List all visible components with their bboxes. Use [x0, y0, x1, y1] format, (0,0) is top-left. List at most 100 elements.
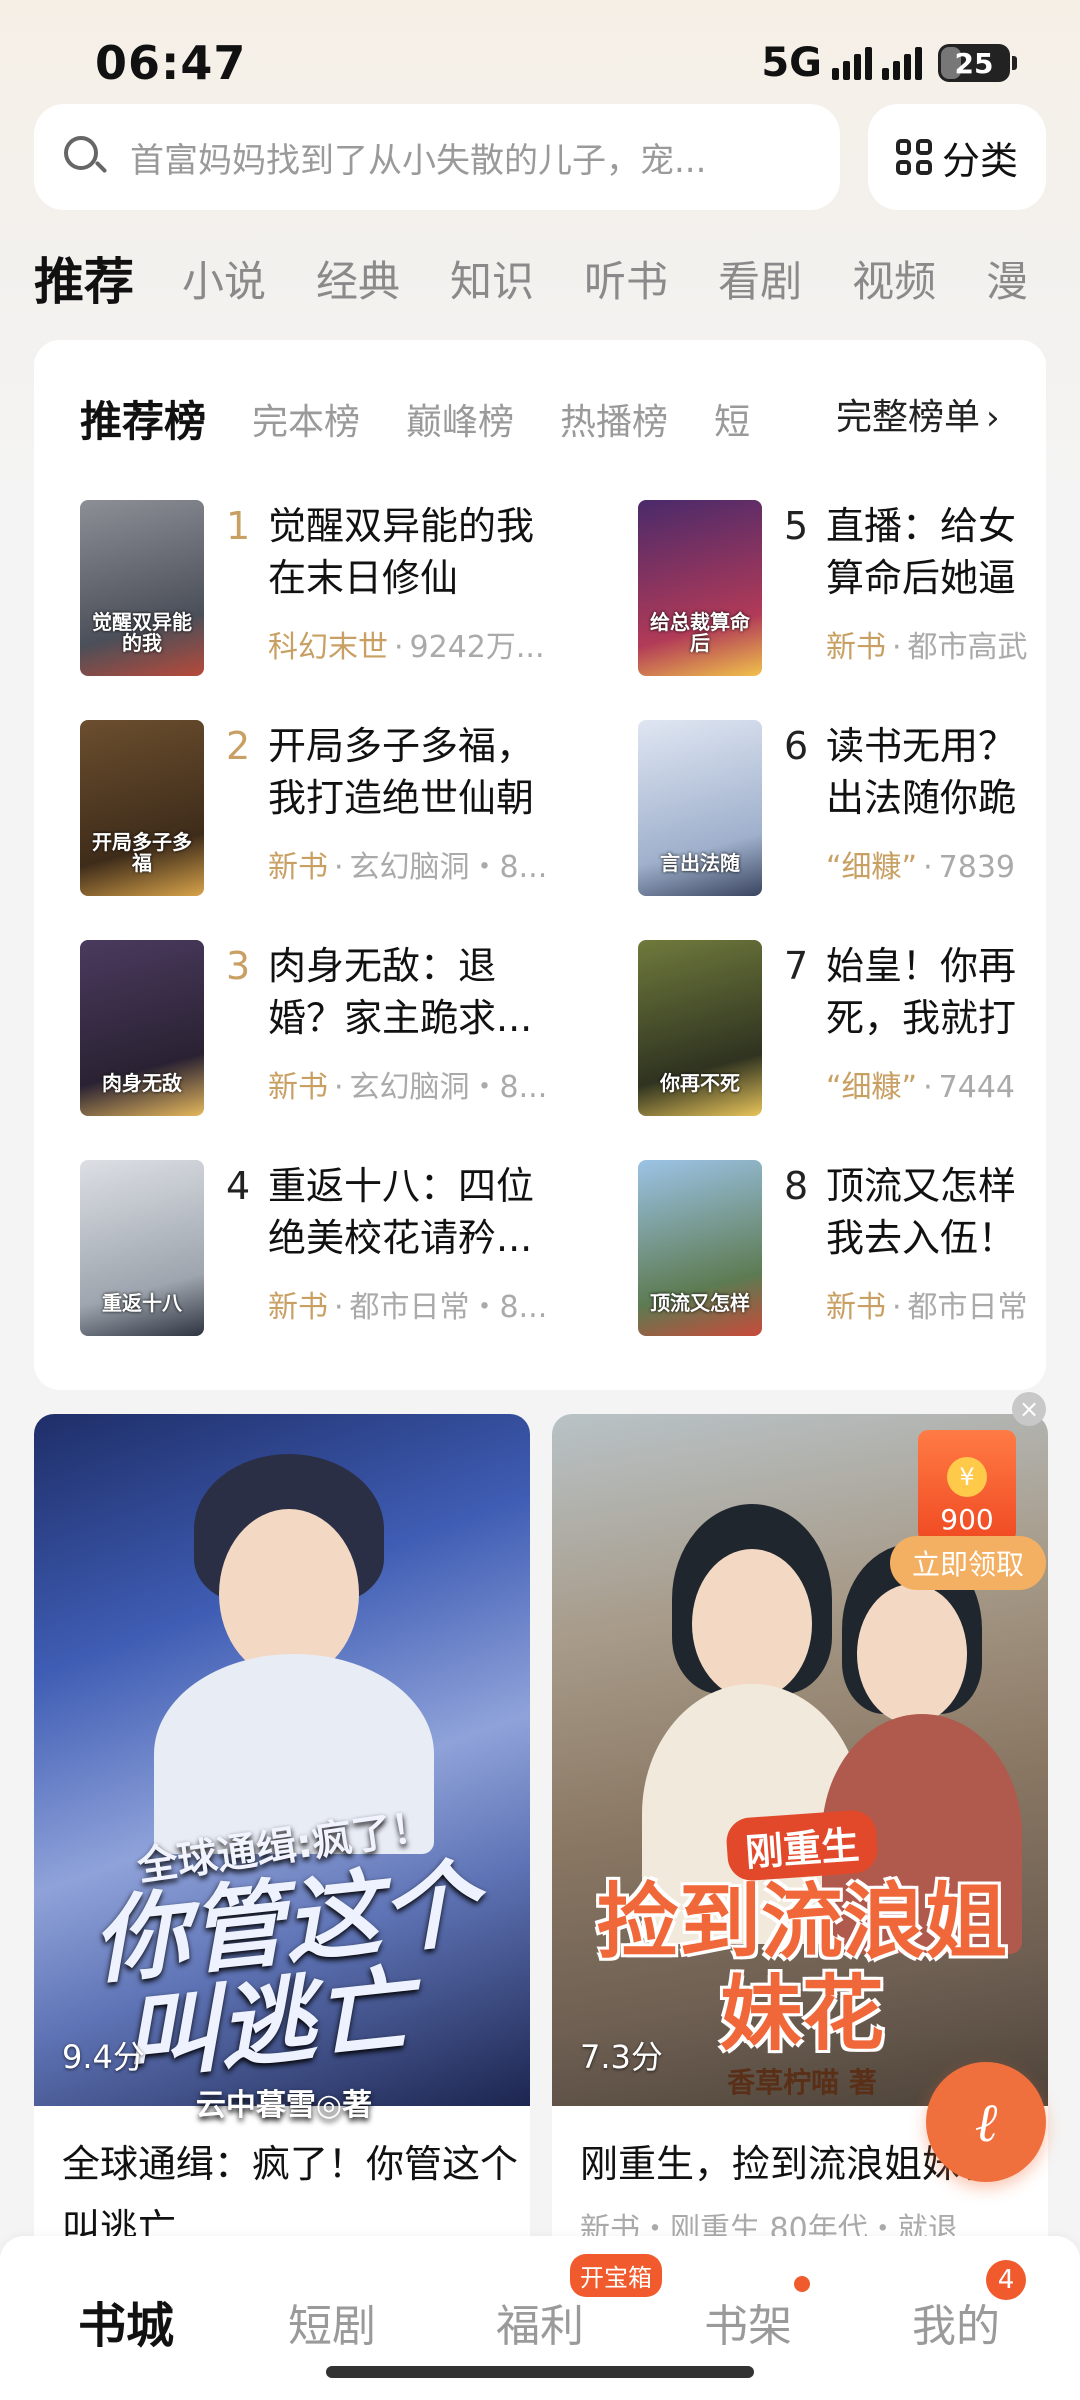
rank-number: 7	[784, 944, 809, 988]
book-title: 顶流又怎样我去入伍！	[826, 1164, 1017, 1260]
rank-item[interactable]: 觉醒双异能的我 1 觉醒双异能的我在末日修仙 科幻末世 · 9242万...	[80, 500, 600, 680]
rank-item[interactable]: 言出法随 6 读书无用？出法随你跪 “细糠” · 7839	[638, 720, 1046, 900]
rank-tabs: 推荐榜 完本榜 巅峰榜 热播榜 短	[80, 388, 860, 449]
book-tag: “细糠”	[826, 1070, 918, 1105]
signal-icon	[832, 46, 872, 80]
rank-number: 4	[226, 1164, 251, 1208]
signal-icon-2	[882, 46, 922, 80]
rank-number: 1	[226, 504, 251, 548]
book-title: 读书无用？出法随你跪	[826, 724, 1017, 820]
rank-tab-hot[interactable]: 热播榜	[560, 393, 668, 445]
nav-welfare[interactable]: 福利	[496, 2290, 584, 2354]
book-meta: 新书 · 都市日常・8...	[268, 1290, 548, 1325]
search-icon	[62, 134, 108, 180]
book-cover: 给总裁算命后	[638, 500, 762, 676]
nav-bookshelf[interactable]: 书架	[704, 2290, 792, 2354]
tab-comic[interactable]: 漫	[986, 248, 1028, 309]
book-tag: 新书	[826, 630, 886, 665]
tab-knowledge[interactable]: 知识	[450, 248, 534, 309]
book-meta: “细糠” · 7444	[826, 1070, 1015, 1105]
rank-item[interactable]: 重返十八 4 重返十八：四位绝美校花请矜... 新书 · 都市日常・8...	[80, 1160, 600, 1340]
rank-item[interactable]: 你再不死 7 始皇！你再死，我就打 “细糠” · 7444	[638, 940, 1046, 1120]
book-info: 都市日常・8...	[349, 1290, 548, 1325]
book-tag: 科幻末世	[268, 630, 388, 665]
promo-amount: 900	[940, 1503, 994, 1536]
book-info: 都市高武	[907, 630, 1028, 665]
rank-card: 推荐榜 完本榜 巅峰榜 热播榜 短 完整榜单 › 觉醒双异能的我 1 觉醒双异能的我在…	[34, 340, 1046, 1390]
book-meta: 新书 · 玄幻脑洞・8...	[268, 850, 548, 885]
rank-tab-short[interactable]: 短	[714, 393, 750, 445]
book-tag: 新书	[268, 1290, 328, 1325]
book-info: 7839	[938, 850, 1015, 885]
tab-recommend[interactable]: 推荐	[34, 242, 134, 314]
full-rank-label: 完整榜单	[836, 397, 981, 438]
book-meta: 新书 · 都市日常	[826, 1290, 1028, 1325]
book-meta: “细糠” · 7839	[826, 850, 1015, 885]
rank-tab-complete[interactable]: 完本榜	[252, 393, 360, 445]
tab-audiobook[interactable]: 听书	[584, 248, 668, 309]
home-indicator	[326, 2366, 754, 2378]
tab-video[interactable]: 视频	[852, 248, 936, 309]
welfare-badge: 开宝箱	[570, 2254, 662, 2297]
rank-number: 8	[784, 1164, 809, 1208]
rank-tab-recommend[interactable]: 推荐榜	[80, 388, 206, 449]
book-tag: 新书	[268, 850, 328, 885]
battery-icon: 25	[938, 44, 1017, 82]
mine-count-badge: 4	[986, 2260, 1026, 2300]
nav-mine[interactable]: 我的	[912, 2290, 1000, 2354]
category-button[interactable]: 分类	[868, 104, 1046, 210]
book-cover: 肉身无敌	[80, 940, 204, 1116]
tab-drama[interactable]: 看剧	[718, 248, 802, 309]
nav-short-drama[interactable]: 短剧	[288, 2290, 376, 2354]
full-rank-link[interactable]: 完整榜单 ›	[824, 388, 1000, 440]
nav-bookstore[interactable]: 书城	[78, 2286, 174, 2356]
rank-tab-peak[interactable]: 巅峰榜	[406, 393, 514, 445]
book-cover: 开局多子多福	[80, 720, 204, 896]
rank-item[interactable]: 肉身无敌 3 肉身无敌：退婚？家主跪求... 新书 · 玄幻脑洞・8...	[80, 940, 600, 1120]
book-tag: 新书	[268, 1070, 328, 1105]
search-bar[interactable]: 首富妈妈找到了从小失散的儿子，宠...	[34, 104, 840, 210]
book-cover: 觉醒双异能的我	[80, 500, 204, 676]
book-title: 始皇！你再死，我就打	[826, 944, 1017, 1040]
claim-button[interactable]: 立即领取	[890, 1536, 1046, 1590]
book-info: 9242万...	[409, 630, 545, 665]
rank-item[interactable]: 给总裁算命后 5 直播：给女算命后她逼 新书 · 都市高武	[638, 500, 1046, 680]
book-meta: 新书 · 玄幻脑洞・8...	[268, 1070, 548, 1105]
book-info: 都市日常	[907, 1290, 1028, 1325]
write-icon[interactable]: ℓ	[926, 2062, 1046, 2182]
network-label: 5G	[761, 40, 822, 86]
rating-score: 7.3分	[580, 2038, 663, 2076]
book-info: 7444	[938, 1070, 1015, 1105]
bookshelf-dot	[794, 2276, 810, 2292]
close-icon[interactable]: ×	[1012, 1392, 1046, 1426]
chevron-right-icon: ›	[986, 398, 1000, 438]
status-bar: 06:47 5G 25	[0, 0, 1080, 100]
status-time: 06:47	[95, 36, 247, 90]
book-info: 玄幻脑洞・8...	[349, 850, 548, 885]
book-cover: 你再不死	[638, 940, 762, 1116]
battery-level: 25	[954, 46, 994, 80]
book-meta: 科幻末世 · 9242万...	[268, 630, 545, 665]
rank-number: 2	[226, 724, 251, 768]
book-title: 开局多子多福，我打造绝世仙朝	[268, 724, 535, 820]
book-title: 重返十八：四位绝美校花请矜...	[268, 1164, 535, 1260]
book-title: 直播：给女算命后她逼	[826, 504, 1017, 600]
grid-icon	[895, 139, 932, 175]
tab-novel[interactable]: 小说	[182, 248, 266, 309]
tab-classic[interactable]: 经典	[316, 248, 400, 309]
search-input[interactable]: 首富妈妈找到了从小失散的儿子，宠...	[130, 133, 820, 182]
coin-icon: ¥	[947, 1457, 987, 1497]
feed-card[interactable]: 全球通缉:疯了！ 你管这个叫逃亡 云中暮雪◎著 9.4分 全球通缉：疯了！你管这…	[34, 1414, 530, 2254]
rank-item[interactable]: 开局多子多福 2 开局多子多福，我打造绝世仙朝新书 · 玄幻脑洞・8...	[80, 720, 600, 900]
rank-number: 5	[784, 504, 809, 548]
book-info: 玄幻脑洞・8...	[349, 1070, 548, 1105]
rank-number: 6	[784, 724, 809, 768]
top-tabs: 推荐 小说 经典 知识 听书 看剧 视频 漫	[34, 238, 1080, 318]
rank-item[interactable]: 顶流又怎样 8 顶流又怎样我去入伍！ 新书 · 都市日常	[638, 1160, 1046, 1340]
feed-cover-image: 全球通缉:疯了！ 你管这个叫逃亡 云中暮雪◎著 9.4分	[34, 1414, 530, 2123]
book-title: 肉身无敌：退婚？家主跪求...	[268, 944, 533, 1040]
book-cover: 重返十八	[80, 1160, 204, 1336]
category-label: 分类	[941, 138, 1018, 183]
rank-number: 3	[226, 944, 251, 988]
red-packet-promo[interactable]: ¥ 900	[918, 1430, 1016, 1542]
